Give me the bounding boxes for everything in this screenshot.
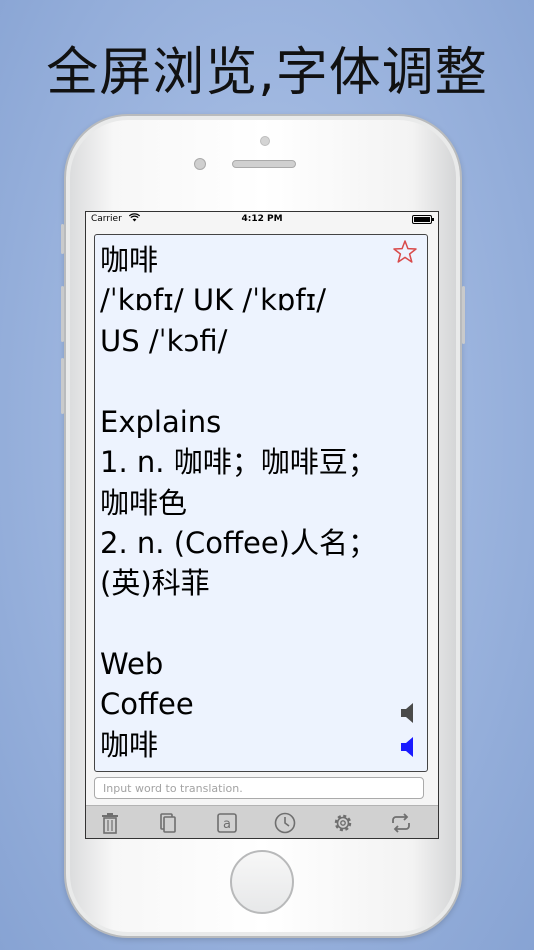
explains-line: (英)科菲 — [100, 566, 210, 600]
copy-icon[interactable] — [156, 811, 180, 835]
front-camera — [260, 136, 270, 146]
explains-heading: Explains — [100, 405, 222, 439]
power-button — [462, 286, 465, 344]
clipboard-a-icon[interactable]: a — [215, 811, 239, 835]
explains-line: 1. n. 咖啡；咖啡豆； — [100, 445, 377, 479]
trash-icon[interactable] — [98, 811, 122, 835]
headline: 全屏浏览,字体调整 — [46, 43, 488, 103]
status-bar: Carrier 4:12 PM — [86, 212, 438, 228]
home-button[interactable] — [230, 850, 294, 914]
explains-line: 2. n. (Coffee)人名； — [100, 526, 377, 560]
translation-result[interactable]: 咖啡 /ˈkɒfɪ/ UK /ˈkɒfɪ/ US /ˈkɔfi/ Explain… — [94, 234, 428, 772]
screen: Carrier 4:12 PM 咖啡 /ˈkɒfɪ/ UK /ˈkɒfɪ/ US… — [85, 211, 439, 839]
clock-time: 4:12 PM — [241, 214, 283, 224]
web-line: 咖啡 — [100, 728, 159, 762]
web-line: Coffee — [100, 687, 194, 721]
gear-icon[interactable] — [331, 811, 355, 835]
battery-icon — [412, 215, 434, 224]
bottom-toolbar: a — [86, 805, 438, 838]
mute-switch — [61, 224, 64, 254]
explains-line: 咖啡色 — [100, 486, 188, 520]
speaker-active-icon[interactable] — [399, 735, 417, 759]
volume-down-button — [61, 358, 64, 414]
web-heading: Web — [100, 647, 164, 681]
query-word: 咖啡 — [100, 243, 159, 277]
phonetic-us: US /ˈkɔfi/ — [100, 324, 228, 358]
volume-up-button — [61, 286, 64, 342]
svg-text:a: a — [223, 817, 231, 832]
clock-icon[interactable] — [273, 811, 297, 835]
speaker-icon[interactable] — [399, 701, 417, 725]
earpiece-speaker — [232, 160, 296, 168]
proximity-sensor — [194, 158, 206, 170]
phonetic-uk: /ˈkɒfɪ/ UK /ˈkɒfɪ/ — [100, 283, 327, 317]
phone-frame: Carrier 4:12 PM 咖啡 /ˈkɒfɪ/ UK /ˈkɒfɪ/ US… — [61, 114, 465, 938]
repeat-icon[interactable] — [389, 811, 413, 835]
favorite-star-icon[interactable] — [392, 239, 418, 265]
translation-input[interactable]: Input word to translation. — [94, 777, 424, 799]
